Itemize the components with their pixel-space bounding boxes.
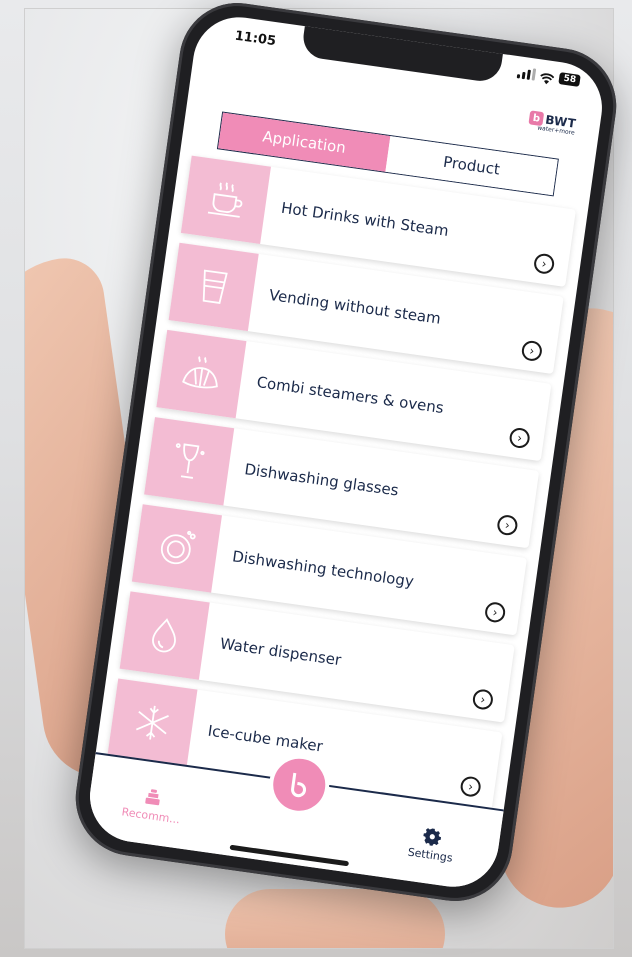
chevron-right-icon[interactable]: › bbox=[532, 252, 556, 276]
tab-recommendations[interactable]: Recomm... bbox=[120, 785, 184, 827]
signal-icon bbox=[517, 66, 537, 81]
tab-settings-label: Settings bbox=[406, 845, 454, 865]
status-time: 11:05 bbox=[233, 28, 277, 50]
thumb bbox=[225, 889, 445, 948]
chevron-right-icon[interactable]: › bbox=[459, 775, 482, 798]
chevron-right-icon[interactable]: › bbox=[496, 513, 519, 537]
bwt-logo-mark: b bbox=[528, 110, 545, 127]
list-item-label: Water dispenser bbox=[218, 634, 343, 669]
chevron-right-icon[interactable]: › bbox=[483, 601, 507, 624]
list-item-label: Combi steamers & ovens bbox=[255, 372, 445, 417]
bwt-logo: b BWT water+more bbox=[528, 110, 577, 137]
status-icons: 58 bbox=[517, 66, 581, 87]
plate-icon bbox=[131, 504, 222, 593]
tab-recommendations-label: Recomm... bbox=[120, 805, 181, 827]
croissant-icon bbox=[156, 329, 247, 419]
tab-settings[interactable]: Settings bbox=[407, 825, 456, 865]
wifi-icon bbox=[540, 70, 556, 85]
list-item-label: Vending without steam bbox=[267, 285, 442, 328]
water-drop-icon bbox=[119, 591, 210, 680]
chevron-right-icon[interactable]: › bbox=[508, 426, 531, 450]
home-indicator bbox=[229, 844, 350, 867]
wine-glass-icon bbox=[144, 417, 235, 506]
snowflake-icon bbox=[107, 678, 198, 767]
battery-icon: 58 bbox=[558, 72, 581, 87]
chevron-right-icon[interactable]: › bbox=[520, 339, 544, 363]
gear-icon bbox=[423, 828, 442, 847]
glass-icon bbox=[168, 242, 259, 332]
application-list: Hot Drinks with Steam › Vending without … bbox=[106, 155, 576, 820]
list-item-label: Dishwashing technology bbox=[231, 546, 415, 591]
coffee-cup-steam-icon bbox=[180, 155, 271, 245]
bwt-b-icon bbox=[291, 772, 307, 798]
list-item-label: Dishwashing glasses bbox=[243, 459, 400, 500]
chevron-right-icon[interactable]: › bbox=[471, 688, 495, 711]
list-item-label: Hot Drinks with Steam bbox=[280, 198, 450, 240]
faucet-icon bbox=[145, 789, 161, 806]
